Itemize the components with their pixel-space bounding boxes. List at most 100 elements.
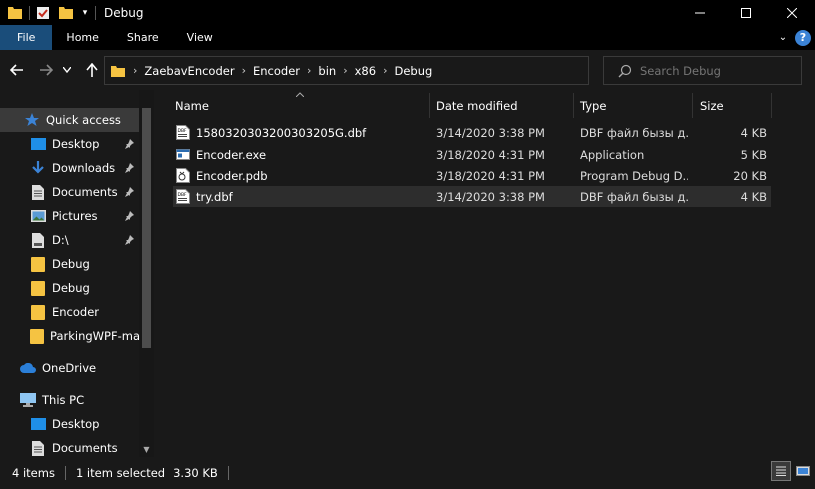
column-header-date[interactable]: Date modified: [436, 93, 518, 118]
tab-file[interactable]: File: [0, 25, 53, 50]
details-view-button[interactable]: [771, 461, 791, 481]
sidebar-item-debug-2[interactable]: Debug: [0, 276, 140, 300]
sidebar-item-pc-desktop[interactable]: Desktop: [0, 412, 140, 436]
pin-icon[interactable]: [122, 137, 136, 151]
details-view-icon: [776, 466, 786, 476]
file-date: 3/14/2020 3:38 PM: [436, 125, 545, 140]
pin-icon[interactable]: [122, 185, 136, 199]
column-header-name[interactable]: Name: [175, 93, 209, 118]
folder-icon[interactable]: [6, 4, 24, 22]
sidebar-item-downloads[interactable]: Downloads: [0, 156, 140, 180]
chevron-right-icon[interactable]: ›: [131, 64, 139, 77]
pin-icon[interactable]: [122, 233, 136, 247]
tab-share[interactable]: Share: [113, 25, 173, 50]
sidebar-item-encoder[interactable]: Encoder: [0, 300, 140, 324]
minimize-button[interactable]: [677, 0, 723, 25]
sidebar-item-onedrive[interactable]: OneDrive: [0, 356, 140, 380]
sidebar-item-label: Debug: [52, 257, 90, 271]
sidebar-item-drive-d[interactable]: D:\: [0, 228, 140, 252]
expand-ribbon-icon[interactable]: ⌄: [775, 32, 791, 43]
scrollbar-thumb[interactable]: [142, 108, 151, 348]
sidebar-item-desktop[interactable]: Desktop: [0, 132, 140, 156]
file-name: Encoder.exe: [196, 147, 267, 162]
chevron-right-icon[interactable]: ›: [381, 64, 389, 77]
file-type: Application: [580, 147, 645, 162]
status-bar: 4 items 1 item selected 3.30 KB: [0, 457, 815, 489]
tab-home[interactable]: Home: [52, 25, 112, 50]
status-divider: [64, 466, 66, 480]
help-icon[interactable]: ?: [795, 29, 811, 46]
large-icons-view-button[interactable]: [793, 461, 813, 481]
qat-dropdown-icon[interactable]: ▾: [80, 4, 90, 22]
sidebar-item-label: Documents: [52, 441, 118, 455]
column-divider[interactable]: [771, 93, 772, 118]
sidebar-item-label: This PC: [42, 393, 85, 407]
sidebar-item-label: Desktop: [52, 417, 100, 431]
item-count: 4 items: [12, 466, 55, 480]
tab-view[interactable]: View: [173, 25, 227, 50]
recent-locations-button[interactable]: [60, 60, 74, 80]
address-bar[interactable]: › ZaebavEncoder › Encoder › bin › x86 › …: [104, 56, 683, 85]
sidebar-item-parkingwpf[interactable]: ParkingWPF-ma: [0, 324, 140, 348]
sidebar-item-label: D:\: [52, 233, 69, 247]
breadcrumb-zaebavencoder[interactable]: ZaebavEncoder: [139, 64, 239, 78]
file-row[interactable]: Encoder.pdb 3/18/2020 4:31 PM Program De…: [173, 165, 771, 186]
title-bar: ▾ Debug: [0, 0, 815, 25]
sidebar-item-label: Encoder: [52, 305, 100, 319]
breadcrumb-x86[interactable]: x86: [350, 64, 381, 78]
computer-icon: [20, 392, 36, 408]
pin-icon[interactable]: [122, 161, 136, 175]
dbf-file-icon: DBF: [176, 189, 190, 204]
folder-icon: [30, 304, 46, 320]
sidebar-item-pictures[interactable]: Pictures: [0, 204, 140, 228]
sidebar-item-label: Downloads: [52, 161, 116, 175]
file-row[interactable]: DBF 1580320303200303205G.dbf 3/14/2020 3…: [173, 122, 771, 143]
breadcrumb-encoder[interactable]: Encoder: [248, 64, 305, 78]
close-button[interactable]: [769, 0, 815, 25]
sidebar-item-this-pc[interactable]: This PC: [0, 388, 140, 412]
column-header-size[interactable]: Size: [700, 93, 724, 118]
properties-icon[interactable]: [34, 4, 52, 22]
drive-icon: [30, 232, 46, 248]
breadcrumb-debug[interactable]: Debug: [389, 64, 437, 78]
file-row-selected[interactable]: DBF try.dbf 3/14/2020 3:38 PM DBF файл б…: [173, 186, 771, 207]
forward-button[interactable]: [36, 60, 56, 80]
back-button[interactable]: [7, 60, 27, 80]
chevron-right-icon[interactable]: ›: [341, 64, 349, 77]
new-folder-icon[interactable]: [57, 4, 75, 22]
sidebar-item-label: ParkingWPF-ma: [50, 329, 140, 343]
file-date: 3/18/2020 4:31 PM: [436, 147, 545, 162]
pin-icon[interactable]: [122, 209, 136, 223]
ribbon-right: ⌄ ?: [775, 25, 811, 50]
column-divider[interactable]: [429, 93, 430, 118]
folder-icon: [30, 280, 46, 296]
file-date: 3/18/2020 4:31 PM: [436, 168, 545, 183]
sort-ascending-icon: [295, 90, 305, 100]
scroll-down-icon[interactable]: ▼: [142, 444, 151, 454]
sidebar-item-pc-documents[interactable]: Documents: [0, 436, 140, 457]
file-row[interactable]: Encoder.exe 3/18/2020 4:31 PM Applicatio…: [173, 144, 771, 165]
search-box[interactable]: [603, 56, 802, 85]
sidebar-scrollbar[interactable]: ▼: [139, 90, 154, 457]
column-divider[interactable]: [692, 93, 693, 118]
quick-access-toolbar: ▾: [0, 0, 100, 25]
chevron-right-icon[interactable]: ›: [240, 64, 248, 77]
sidebar-item-quick-access[interactable]: Quick access: [0, 108, 140, 132]
breadcrumb-bin[interactable]: bin: [313, 64, 341, 78]
pictures-icon: [30, 208, 46, 224]
exe-file-icon: [176, 149, 190, 160]
desktop-folder-icon: [30, 136, 46, 152]
column-divider[interactable]: [573, 93, 574, 118]
sidebar-item-debug[interactable]: Debug: [0, 252, 140, 276]
sidebar-item-label: Pictures: [52, 209, 98, 223]
sidebar-item-documents[interactable]: Documents: [0, 180, 140, 204]
chevron-right-icon[interactable]: ›: [305, 64, 313, 77]
up-button[interactable]: [82, 60, 102, 80]
maximize-button[interactable]: [723, 0, 769, 25]
ribbon-tabs: File Home Share View ⌄ ?: [0, 25, 815, 50]
file-name: Encoder.pdb: [196, 168, 268, 183]
folder-icon: [30, 328, 45, 344]
column-header-type[interactable]: Type: [580, 93, 606, 118]
cloud-icon: [20, 360, 36, 376]
search-input[interactable]: [640, 63, 800, 78]
